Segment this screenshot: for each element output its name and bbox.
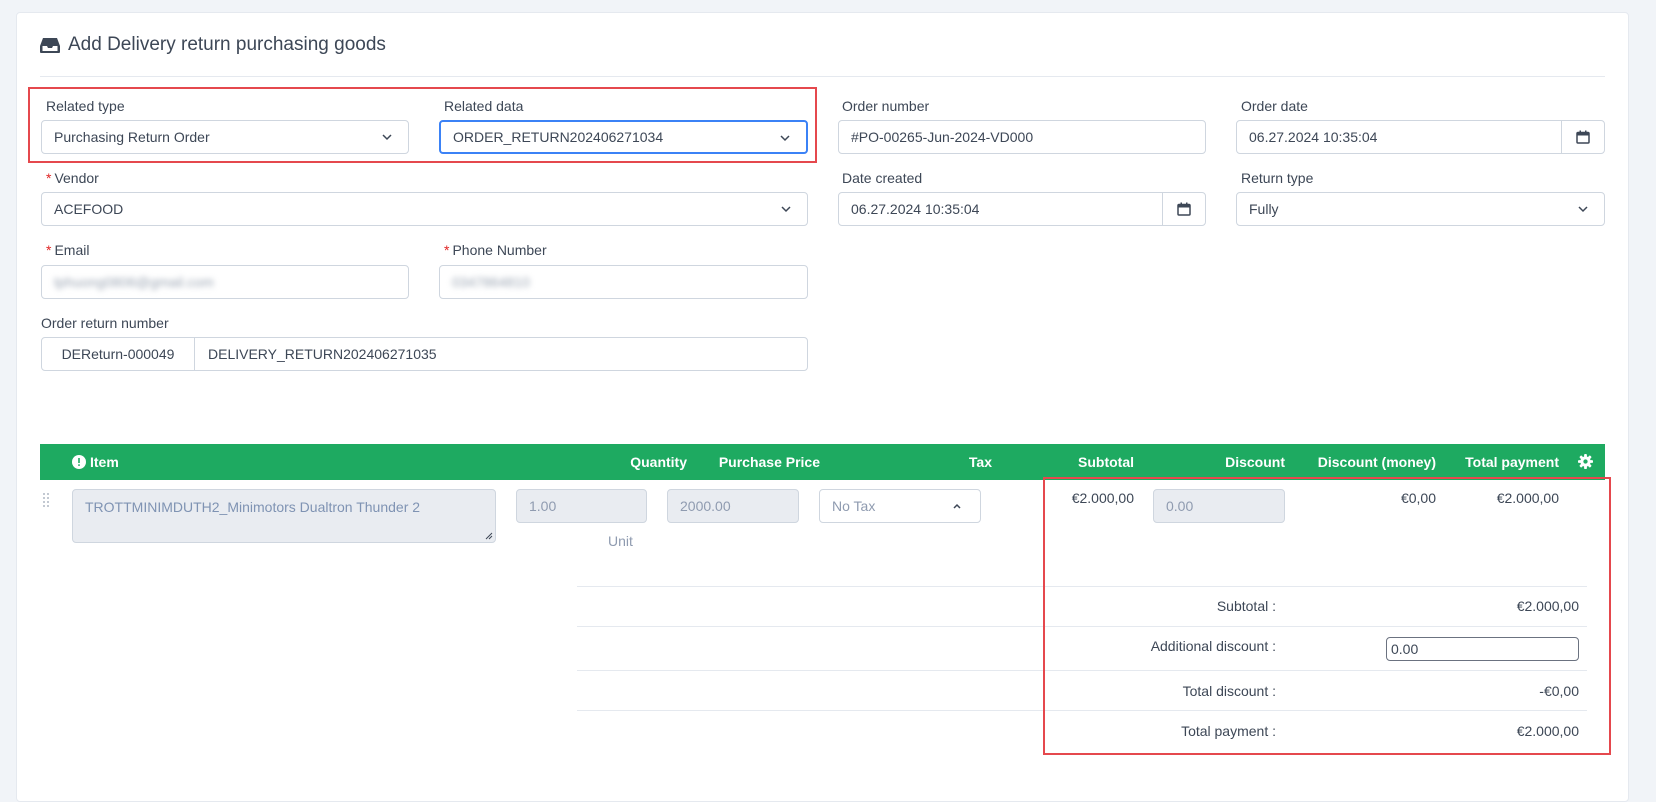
related-data-value: ORDER_RETURN202406271034 bbox=[453, 129, 664, 145]
phone-label: * Phone Number bbox=[444, 242, 547, 258]
summary-subtotal-label: Subtotal : bbox=[1216, 598, 1276, 614]
order-number-value: #PO-00265-Jun-2024-VD000 bbox=[851, 129, 1034, 145]
chevron-down-icon bbox=[781, 206, 791, 213]
summary-divider bbox=[577, 710, 1587, 711]
summary-subtotal-value: €2.000,00 bbox=[1516, 598, 1579, 614]
order-return-number-prefix: DEReturn-000049 bbox=[42, 338, 195, 370]
vendor-select[interactable]: ACEFOOD bbox=[41, 192, 808, 226]
order-date-calendar-button[interactable] bbox=[1561, 121, 1604, 153]
related-type-value: Purchasing Return Order bbox=[54, 129, 210, 145]
item-description-value: TROTTMINIMDUTH2_Minimotors Dualtron Thun… bbox=[85, 499, 421, 515]
items-table-header: Item Quantity Purchase Price Tax Subtota… bbox=[40, 444, 1605, 480]
phone-input[interactable]: 0347864810 bbox=[439, 265, 808, 299]
date-created-input[interactable]: 06.27.2024 10:35:04 bbox=[838, 192, 1206, 226]
chevron-down-icon bbox=[780, 135, 790, 142]
date-created-label: Date created bbox=[842, 170, 923, 186]
email-value: tphuong0806@gmail.com bbox=[54, 274, 214, 290]
unit-label: Unit bbox=[608, 533, 633, 549]
order-number-label: Order number bbox=[842, 98, 930, 114]
header-tax: Tax bbox=[968, 454, 992, 470]
total-discount-label: Total discount : bbox=[1182, 683, 1276, 699]
title-divider bbox=[40, 76, 1605, 77]
email-label-text: Email bbox=[54, 242, 90, 258]
chevron-down-icon bbox=[382, 134, 392, 141]
header-discount: Discount bbox=[1225, 454, 1285, 470]
email-input[interactable]: tphuong0806@gmail.com bbox=[41, 265, 409, 299]
related-data-label: Related data bbox=[444, 98, 524, 114]
date-created-calendar-button[interactable] bbox=[1162, 193, 1205, 225]
tax-value: No Tax bbox=[832, 498, 876, 514]
header-purchase-price: Purchase Price bbox=[718, 454, 820, 470]
quantity-value: 1.00 bbox=[529, 498, 557, 514]
quantity-input[interactable]: 1.00 bbox=[516, 489, 647, 523]
required-mark: * bbox=[46, 170, 52, 186]
purchase-price-value: 2000.00 bbox=[680, 498, 731, 514]
summary-divider bbox=[577, 626, 1587, 627]
info-circle-icon bbox=[72, 455, 86, 469]
order-return-number-label: Order return number bbox=[41, 315, 169, 331]
calendar-icon bbox=[1576, 130, 1590, 144]
vendor-label-text: Vendor bbox=[54, 170, 99, 186]
page-title-text: Add Delivery return purchasing goods bbox=[68, 34, 386, 55]
order-return-number-input[interactable]: DEReturn-000049 DELIVERY_RETURN202406271… bbox=[41, 337, 808, 371]
return-type-select[interactable]: Fully bbox=[1236, 192, 1605, 226]
email-label: * Email bbox=[46, 242, 89, 258]
discount-value: 0.00 bbox=[1166, 498, 1194, 514]
header-quantity: Quantity bbox=[630, 454, 687, 470]
total-payment-value: €2.000,00 bbox=[1516, 723, 1579, 739]
related-type-label: Related type bbox=[46, 98, 125, 114]
order-date-value: 06.27.2024 10:35:04 bbox=[1249, 129, 1378, 145]
additional-discount-value: 0.00 bbox=[1391, 641, 1419, 657]
related-type-select[interactable]: Purchasing Return Order bbox=[41, 120, 409, 154]
return-type-label: Return type bbox=[1241, 170, 1314, 186]
row-discount-money: €0,00 bbox=[1400, 490, 1436, 506]
vendor-label: * Vendor bbox=[46, 170, 99, 186]
resize-grip-icon[interactable] bbox=[485, 532, 493, 540]
tax-select[interactable]: No Tax bbox=[819, 489, 981, 523]
additional-discount-input[interactable]: 0.00 bbox=[1386, 637, 1579, 661]
additional-discount-label: Additional discount : bbox=[1150, 638, 1276, 654]
row-subtotal: €2.000,00 bbox=[1071, 490, 1134, 506]
required-mark: * bbox=[46, 242, 52, 258]
summary-divider bbox=[577, 586, 1587, 587]
chevron-down-icon bbox=[1578, 206, 1588, 213]
return-type-value: Fully bbox=[1249, 201, 1279, 217]
header-discount-money: Discount (money) bbox=[1317, 454, 1436, 470]
page-title: Add Delivery return purchasing goods bbox=[40, 34, 386, 56]
total-payment-label: Total payment : bbox=[1181, 723, 1276, 739]
phone-value: 0347864810 bbox=[452, 274, 530, 290]
total-discount-value: -€0,00 bbox=[1539, 683, 1579, 699]
related-data-select[interactable]: ORDER_RETURN202406271034 bbox=[439, 120, 808, 154]
chevron-up-icon bbox=[953, 503, 961, 509]
purchase-price-input[interactable]: 2000.00 bbox=[667, 489, 799, 523]
header-total-payment: Total payment bbox=[1465, 454, 1559, 470]
header-subtotal: Subtotal bbox=[1078, 454, 1134, 470]
summary-divider bbox=[577, 670, 1587, 671]
drag-handle-icon[interactable] bbox=[42, 492, 50, 508]
order-date-label: Order date bbox=[1241, 98, 1308, 114]
order-return-number-value: DELIVERY_RETURN202406271035 bbox=[208, 346, 437, 362]
vendor-value: ACEFOOD bbox=[54, 201, 124, 217]
order-date-input[interactable]: 06.27.2024 10:35:04 bbox=[1236, 120, 1605, 154]
order-number-input[interactable]: #PO-00265-Jun-2024-VD000 bbox=[838, 120, 1206, 154]
discount-input[interactable]: 0.00 bbox=[1153, 489, 1285, 523]
gear-icon[interactable] bbox=[1578, 454, 1593, 469]
inbox-icon bbox=[40, 38, 60, 53]
row-total-payment: €2.000,00 bbox=[1496, 490, 1559, 506]
item-description-textarea[interactable]: TROTTMINIMDUTH2_Minimotors Dualtron Thun… bbox=[72, 489, 496, 543]
calendar-icon bbox=[1177, 202, 1191, 216]
date-created-value: 06.27.2024 10:35:04 bbox=[851, 201, 980, 217]
header-item: Item bbox=[90, 454, 119, 470]
required-mark: * bbox=[444, 242, 450, 258]
phone-label-text: Phone Number bbox=[452, 242, 547, 258]
